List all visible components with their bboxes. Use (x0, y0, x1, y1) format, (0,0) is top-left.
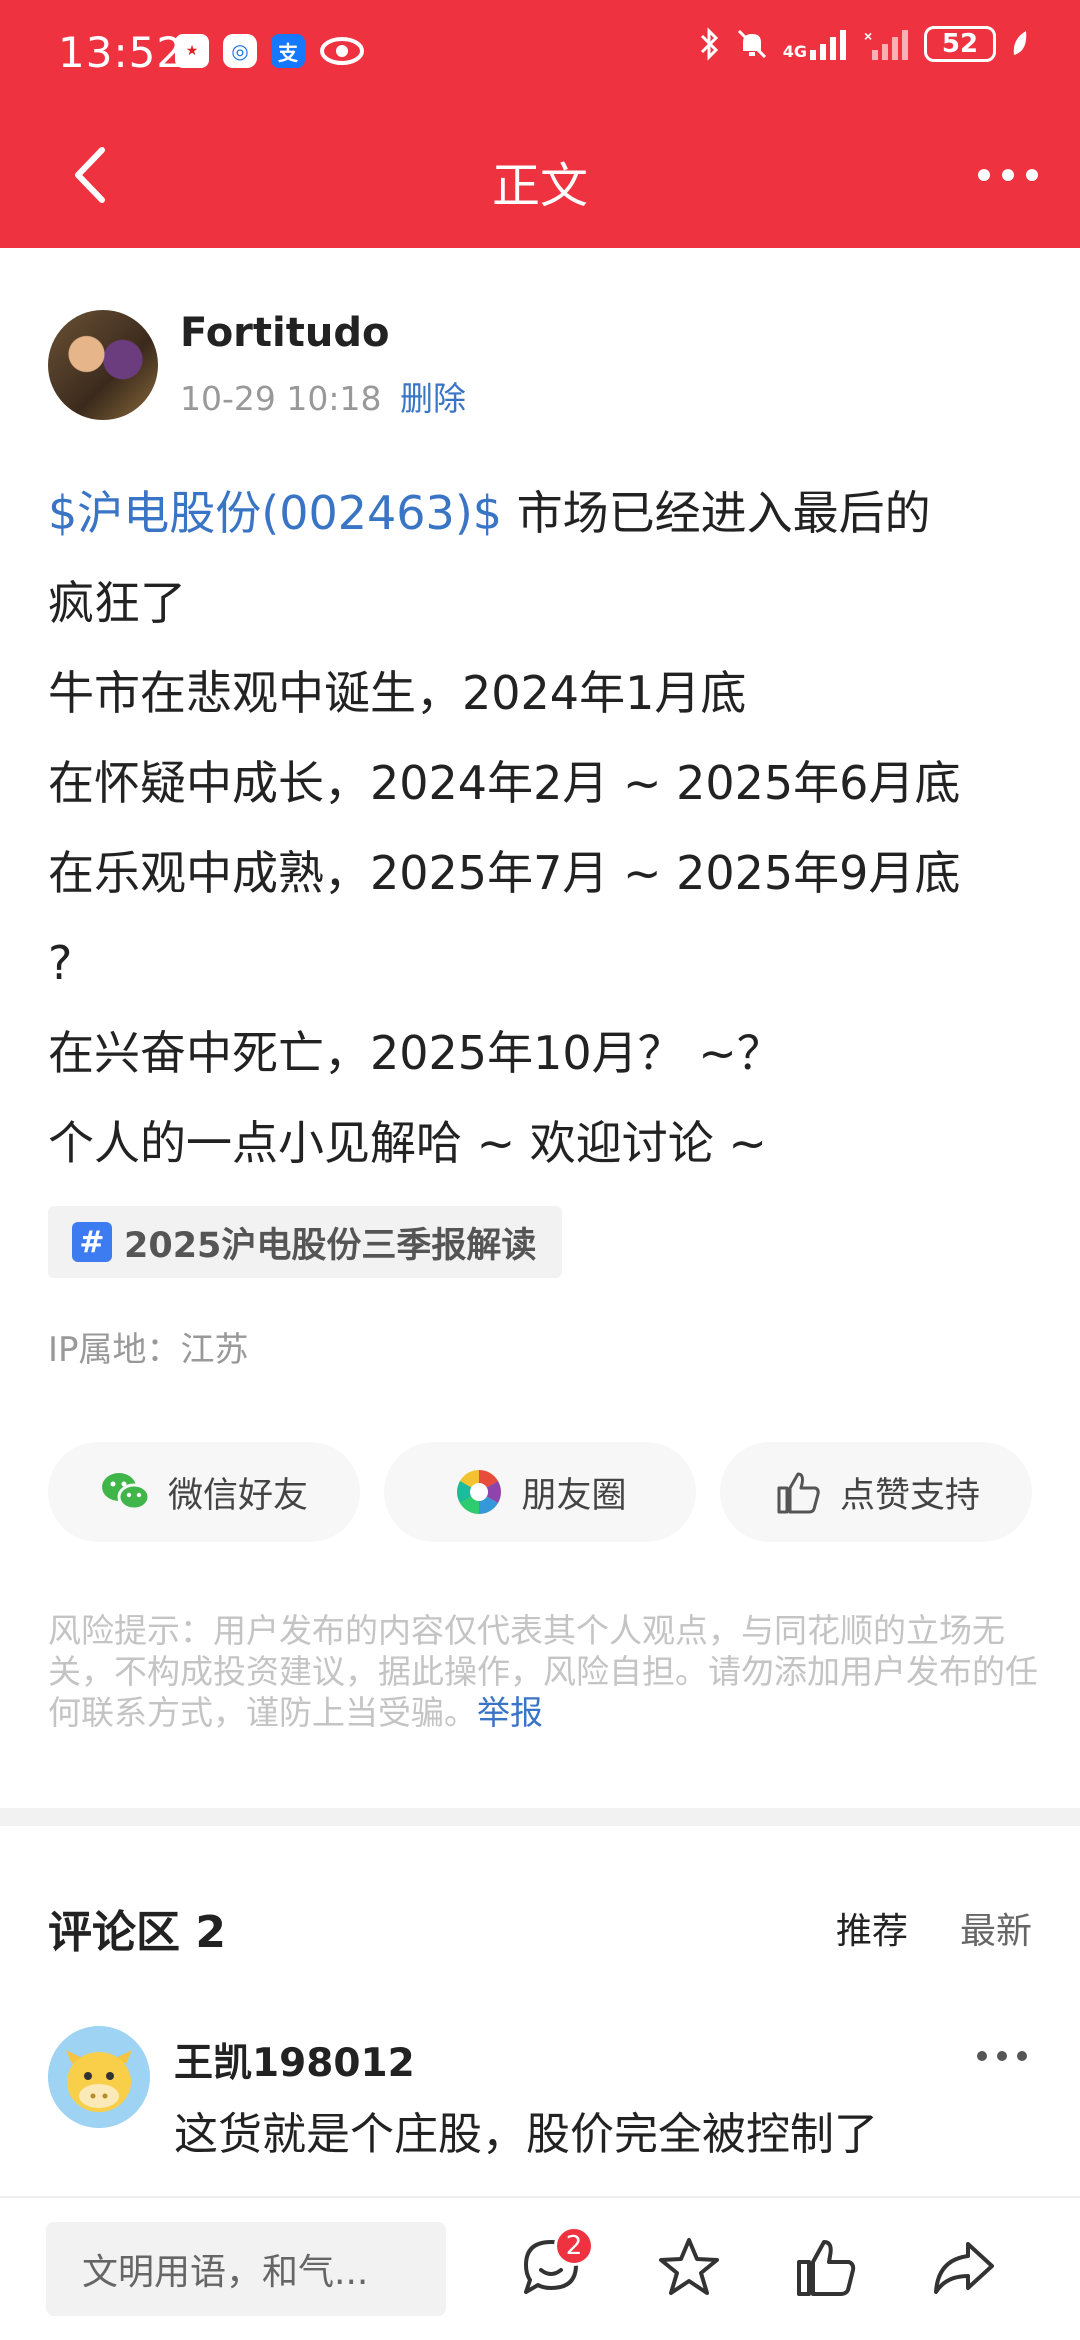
share-wechat-label: 微信好友 (167, 1475, 308, 1516)
post-text: 市场已经进入最后的 (502, 486, 931, 540)
mute-icon (737, 29, 766, 59)
comment-item: 王凯198012 这货就是个庄股，股价完全被控制了 (48, 2026, 1032, 2196)
topic-tag[interactable]: # 2025沪电股份三季报解读 (48, 1206, 563, 1278)
status-app-icons: ★ ◎ 支 (175, 34, 365, 68)
ip-location: IP属地：江苏 (48, 1330, 249, 1370)
comment-input[interactable]: 文明用语，和气... (46, 2222, 446, 2316)
post-line: 在怀疑中成长，2024年2月 ~ 2025年6月底 (48, 756, 961, 810)
status-right: 4G × 52 (699, 26, 1030, 62)
more-icon[interactable] (968, 140, 1048, 210)
sort-latest-tab[interactable]: 最新 (960, 1902, 1032, 1954)
post-meta: 10-29 10:18 删除 (180, 372, 466, 420)
post-line: 疯狂了 (48, 576, 186, 630)
svg-text:×: × (864, 28, 872, 44)
status-bar: 13:52 ★ ◎ 支 4G × 52 (0, 0, 1080, 104)
topic-label: 2025沪电股份三季报解读 (124, 1225, 537, 1266)
comment-more-icon[interactable] (972, 2036, 1032, 2076)
no-signal-icon: × (864, 28, 908, 60)
share-moments-button[interactable]: 朋友圈 (384, 1442, 696, 1542)
status-time: 13:52 (58, 28, 185, 77)
stock-link[interactable]: $沪电股份(002463)$ (48, 486, 502, 540)
share-wechat-button[interactable]: 微信好友 (48, 1442, 360, 1542)
like-support-label: 点赞支持 (839, 1475, 980, 1516)
post-line: 在乐观中成熟，2025年7月 ~ 2025年9月底 (48, 846, 961, 900)
post-line: 个人的一点小见解哈 ~ 欢迎讨论 ~ (48, 1116, 767, 1170)
thumbs-up-icon (772, 1466, 824, 1518)
like-support-button[interactable]: 点赞支持 (720, 1442, 1032, 1542)
battery-icon: 52 (924, 26, 996, 62)
report-link[interactable]: 举报 (477, 1693, 543, 1732)
share-moments-label: 朋友圈 (521, 1475, 627, 1516)
signal-icon: 4G (783, 28, 850, 60)
moments-icon (453, 1466, 505, 1518)
app-icon: ◎ (223, 34, 257, 68)
alipay-icon: 支 (271, 34, 305, 68)
comment-username[interactable]: 王凯198012 (174, 2032, 415, 2088)
nav-bar: 正文 (0, 104, 1080, 248)
post-line: 牛市在悲观中诞生，2024年1月底 (48, 666, 747, 720)
risk-text: 风险提示：用户发布的内容仅代表其个人观点，与同花顺的立场无关，不构成投资建议，据… (48, 1611, 1038, 1732)
post-line: 在兴奋中死亡，2025年10月？ ~？ (48, 1026, 783, 1080)
risk-notice: 风险提示：用户发布的内容仅代表其个人观点，与同花顺的立场无关，不构成投资建议，据… (48, 1610, 1038, 1733)
page-title: 正文 (491, 158, 588, 214)
hashtag-icon: # (72, 1222, 112, 1262)
comment-text: 这货就是个庄股，股价完全被控制了 (174, 2109, 878, 2160)
section-divider (0, 1808, 1080, 1826)
eye-icon (319, 34, 365, 68)
author-name[interactable]: Fortitudo (180, 310, 389, 356)
avatar[interactable] (48, 310, 158, 420)
share-row: 微信好友 朋友圈 点赞支持 (48, 1442, 1032, 1542)
comment-avatar[interactable] (48, 2026, 150, 2128)
wechat-icon (100, 1466, 152, 1518)
comments-title: 评论区 2 (48, 1907, 226, 1958)
share-icon[interactable] (928, 2232, 998, 2302)
comments-header: 评论区 2 推荐 最新 (48, 1896, 1032, 1958)
sort-recommend-tab[interactable]: 推荐 (836, 1902, 908, 1954)
thumbs-up-icon[interactable] (791, 2232, 861, 2302)
star-icon[interactable] (654, 2232, 724, 2302)
post-line: $沪电股份(002463)$ 市场已经进入最后的 (48, 468, 1038, 558)
post-date: 10-29 10:18 (180, 379, 382, 418)
leaf-icon (1013, 31, 1027, 55)
bottom-bar: 文明用语，和气... 2 (0, 2196, 1080, 2340)
app-notification-icon: ★ (175, 34, 209, 68)
bluetooth-icon (700, 27, 718, 61)
post-line: ? (48, 936, 73, 990)
post-body: $沪电股份(002463)$ 市场已经进入最后的 疯狂了 牛市在悲观中诞生，20… (48, 468, 1038, 1188)
delete-button[interactable]: 删除 (400, 379, 466, 418)
comment-count-badge: 2 (554, 2226, 594, 2266)
